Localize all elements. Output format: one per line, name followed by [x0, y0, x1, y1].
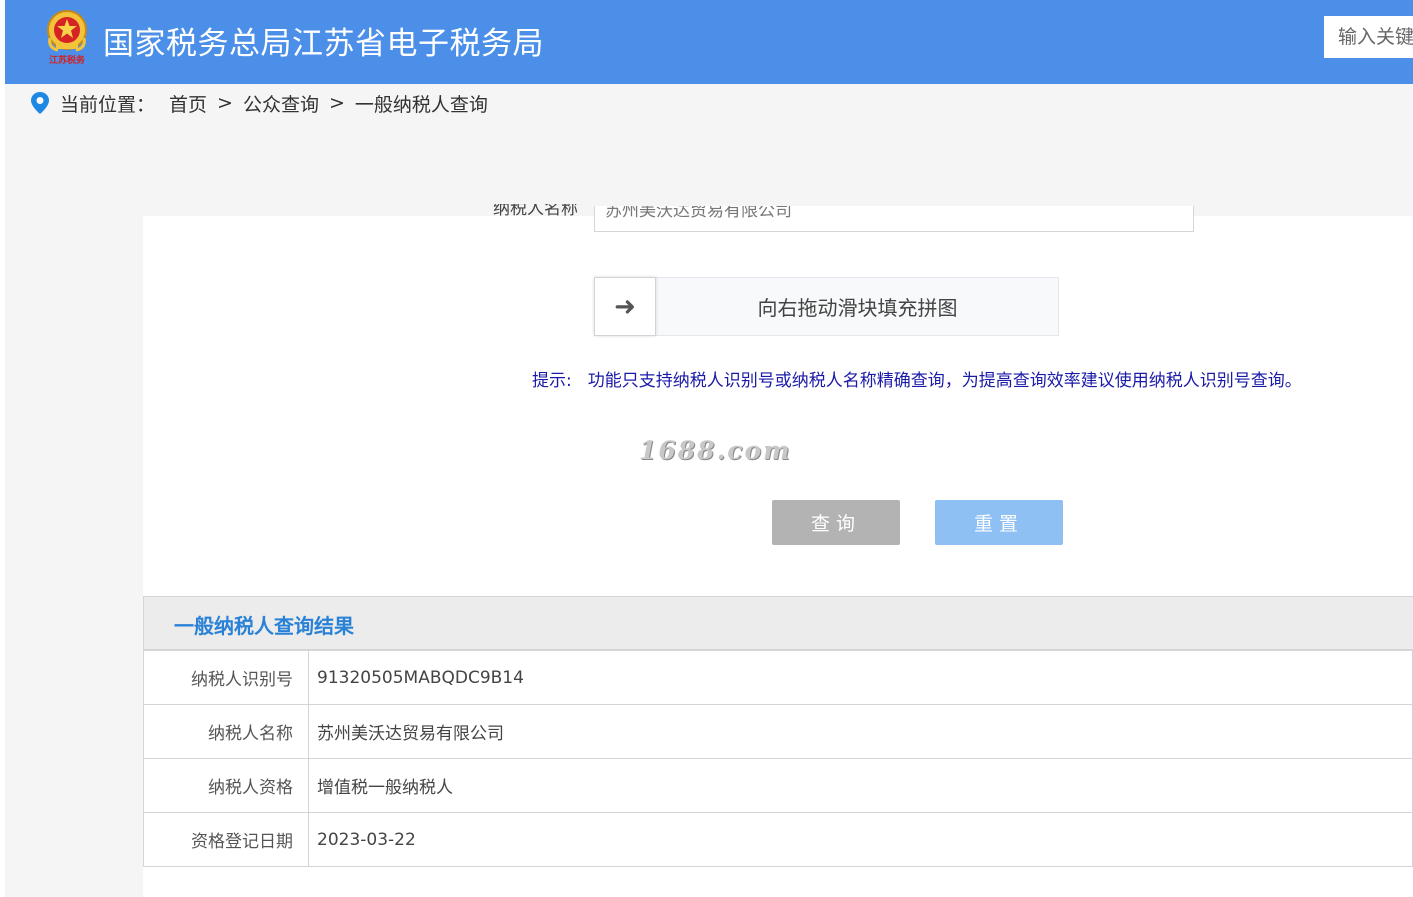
row-key: 纳税人资格	[143, 758, 309, 813]
breadcrumb-prefix: 当前位置：	[60, 93, 156, 116]
results-section: 一般纳税人查询结果 纳税人识别号 91320505MABQDC9B14 纳税人名…	[143, 596, 1413, 897]
page: 江苏税务 国家税务总局江苏省电子税务局 当前位置： 首页 > 公众查询 > 一般…	[0, 0, 1413, 897]
hint-label: 提示:	[532, 371, 572, 391]
row-key: 纳税人名称	[143, 704, 309, 759]
results-table: 纳税人识别号 91320505MABQDC9B14 纳税人名称 苏州美沃达贸易有…	[143, 650, 1413, 867]
results-header: 一般纳税人查询结果	[143, 596, 1413, 650]
row-key: 资格登记日期	[143, 812, 309, 867]
emblem-caption: 江苏税务	[48, 56, 85, 66]
slider-handle[interactable]: ➜	[594, 277, 656, 336]
side-column	[5, 216, 143, 897]
slider-instruction: 向右拖动滑块填充拼图	[757, 296, 958, 320]
hint-text: 提示: 功能只支持纳税人识别号或纳税人名称精确查询，为提高查询效率建议使用纳税人识…	[532, 366, 1302, 391]
site-title[interactable]: 国家税务总局江苏省电子税务局	[103, 18, 544, 63]
arrow-right-icon: ➜	[614, 291, 636, 322]
captcha-slider[interactable]: ➜ 向右拖动滑块填充拼图	[594, 277, 1059, 336]
location-pin-icon	[31, 92, 49, 114]
table-row: 纳税人名称 苏州美沃达贸易有限公司	[143, 704, 1413, 759]
breadcrumb-public-query-link[interactable]: 公众查询	[243, 90, 319, 117]
hint-message: 功能只支持纳税人识别号或纳税人名称精确查询，为提高查询效率建议使用纳税人识别号查…	[587, 371, 1302, 391]
row-value: 2023-03-22	[308, 812, 1413, 867]
breadcrumb-home-link[interactable]: 首页	[169, 90, 207, 117]
row-value: 91320505MABQDC9B14	[308, 650, 1413, 705]
table-row: 纳税人识别号 91320505MABQDC9B14	[143, 650, 1413, 705]
search-input[interactable]	[1324, 16, 1413, 58]
breadcrumb: 当前位置： 首页 > 公众查询 > 一般纳税人查询	[30, 90, 488, 116]
table-row: 资格登记日期 2023-03-22	[143, 812, 1413, 867]
row-value: 增值税一般纳税人	[308, 758, 1413, 813]
taxpayer-name-input[interactable]: 苏州美沃达贸易有限公司	[594, 206, 1194, 232]
taxpayer-name-label: 纳税人名称	[493, 204, 578, 219]
query-form-panel: 纳税人名称 苏州美沃达贸易有限公司 ➜ 向右拖动滑块填充拼图 提示: 功能只支持纳…	[143, 204, 1413, 596]
table-row: 纳税人资格 增值税一般纳税人	[143, 758, 1413, 813]
site-header: 江苏税务 国家税务总局江苏省电子税务局	[5, 0, 1413, 84]
results-title: 一般纳税人查询结果	[174, 614, 354, 638]
breadcrumb-separator: >	[328, 92, 345, 114]
row-value: 苏州美沃达贸易有限公司	[308, 704, 1413, 759]
breadcrumb-separator: >	[217, 92, 233, 114]
row-key: 纳税人识别号	[143, 650, 309, 705]
watermark: 1688.com	[639, 436, 792, 465]
reset-button[interactable]: 重置	[935, 500, 1063, 545]
breadcrumb-current: 一般纳税人查询	[354, 93, 488, 116]
query-button[interactable]: 查询	[772, 500, 900, 545]
